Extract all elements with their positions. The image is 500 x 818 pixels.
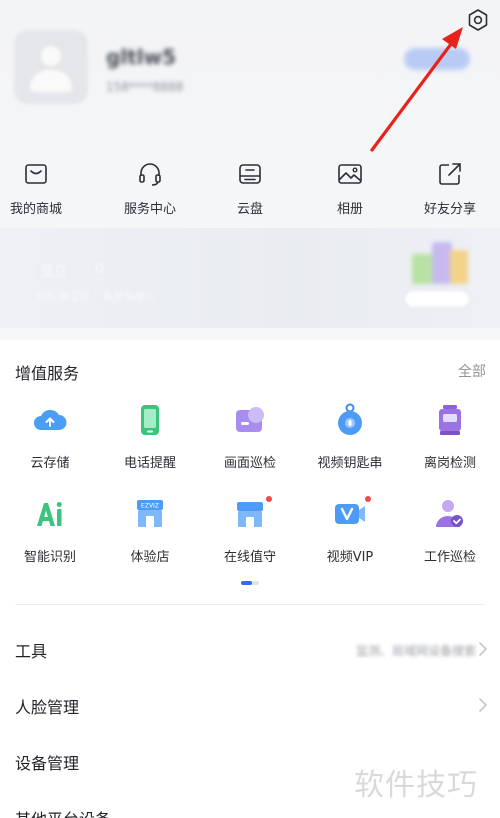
illustration-block <box>432 242 452 284</box>
shop-guard-icon <box>237 502 263 527</box>
quick-link-share[interactable]: 好友分享 <box>400 160 500 220</box>
key-icon <box>338 403 362 435</box>
notification-dot <box>365 496 371 502</box>
avatar-body <box>30 70 72 92</box>
service-label: 工作巡检 <box>423 550 476 565</box>
store-icon: EZVIZ <box>137 500 163 527</box>
video-vip-icon <box>335 504 365 524</box>
user-phone: 158****8888 <box>106 80 184 94</box>
service-label: 视频VIP <box>326 550 374 565</box>
divider <box>15 604 485 605</box>
service-label: 画面巡检 <box>223 456 276 471</box>
service-label: 智能识别 <box>23 550 76 565</box>
service-label: 云存储 <box>30 456 70 471</box>
service-experience-store[interactable]: EZVIZ 体验店 <box>100 496 200 566</box>
avatar-head <box>41 46 61 66</box>
page-indicator <box>241 581 259 585</box>
quick-link-label: 好友分享 <box>423 202 476 217</box>
service-label: 视频钥匙串 <box>317 456 383 471</box>
service-cloud-storage[interactable]: 云存储 <box>0 402 100 472</box>
kiosk-icon <box>439 405 461 435</box>
coin-illustration <box>404 236 474 288</box>
service-online-guard[interactable]: 在线值守 <box>200 496 300 566</box>
coin-title: 萤豆 <box>40 264 68 280</box>
quick-link-label: 云盘 <box>236 202 263 217</box>
quick-links: 我的商城 服务中心 云盘 相册 好友分享 <box>0 160 500 220</box>
phone-icon <box>141 405 159 435</box>
screen-inspect-icon <box>236 407 264 432</box>
watermark: 软件技巧 <box>354 768 478 803</box>
chevron-right-icon <box>479 698 487 712</box>
illustration-block <box>412 254 434 284</box>
service-label: 离岗检测 <box>423 456 476 471</box>
menu-item-title: 人脸管理 <box>15 698 80 717</box>
service-work-inspection[interactable]: 工作巡检 <box>400 496 500 566</box>
share-out-icon <box>439 163 461 185</box>
svg-text:EZVIZ: EZVIZ <box>141 503 159 510</box>
drive-icon <box>239 164 261 184</box>
profile-screen: gltlw5 158****8888 我的商城 服务中心 云盘 相册 好友分享 … <box>0 0 500 818</box>
shopping-bag-icon <box>25 164 47 184</box>
quick-link-album[interactable]: 相册 <box>300 160 400 220</box>
services-all-link[interactable]: 全部 <box>458 361 486 381</box>
services-row: 智能识别 EZVIZ 体验店 在线值守 视频VIP 工作巡检 <box>0 496 500 566</box>
menu-item-title: 工具 <box>15 642 48 661</box>
service-smart-recognition[interactable]: 智能识别 <box>0 496 100 566</box>
coin-banner[interactable]: 萤豆 0 轻松赚萤豆，免费抽豪礼 <box>0 228 500 328</box>
service-label: 体验店 <box>130 550 170 565</box>
menu-item-tools[interactable]: 工具 监测、局域网设备搜索 <box>0 622 500 678</box>
user-name[interactable]: gltlw5 <box>106 45 176 69</box>
quick-link-label: 我的商城 <box>10 202 63 217</box>
service-off-post-detect[interactable]: 离岗检测 <box>400 402 500 472</box>
person-check-icon <box>436 500 463 527</box>
member-badge[interactable] <box>404 48 470 70</box>
settings-button[interactable] <box>462 4 494 36</box>
quick-link-label: 相册 <box>336 202 363 217</box>
menu-item-title: 其他平台设备 <box>15 806 111 818</box>
gear-hex-icon <box>468 9 488 31</box>
avatar[interactable] <box>14 30 88 104</box>
quick-link-service-center[interactable]: 服务中心 <box>100 160 200 220</box>
page-indicator-active <box>241 581 252 585</box>
quick-link-label: 服务中心 <box>123 202 176 217</box>
quick-link-cloud-disk[interactable]: 云盘 <box>200 160 300 220</box>
cloud-upload-icon <box>34 409 67 430</box>
ai-icon <box>37 502 62 526</box>
menu-item-title: 设备管理 <box>15 754 80 773</box>
headset-icon <box>139 163 161 186</box>
services-header: 增值服务 <box>15 364 80 383</box>
illustration-block <box>450 250 468 284</box>
service-label: 电话提醒 <box>123 456 176 471</box>
coin-count: 0 <box>95 261 104 277</box>
menu-item-face-management[interactable]: 人脸管理 <box>0 678 500 734</box>
image-icon <box>338 164 362 184</box>
service-video-keychain[interactable]: 视频钥匙串 <box>300 402 400 472</box>
coin-subtitle: 轻松赚萤豆，免费抽豪礼 <box>36 290 157 303</box>
services-row: 云存储 电话提醒 画面巡检 视频钥匙串 离岗检测 <box>0 402 500 472</box>
coin-action-button[interactable] <box>404 290 470 308</box>
service-label: 在线值守 <box>223 550 276 565</box>
service-video-vip[interactable]: 视频VIP <box>300 496 400 566</box>
service-phone-alert[interactable]: 电话提醒 <box>100 402 200 472</box>
menu-item-desc: 监测、局域网设备搜索 <box>355 644 476 658</box>
quick-link-mall[interactable]: 我的商城 <box>0 160 100 220</box>
services-card: 增值服务 全部 云存储 电话提醒 画面巡检 视频钥匙串 离岗检测 智能识别 EZ… <box>0 340 500 818</box>
chevron-right-icon <box>479 642 487 656</box>
notification-dot <box>266 496 272 502</box>
service-screen-inspect[interactable]: 画面巡检 <box>200 402 300 472</box>
